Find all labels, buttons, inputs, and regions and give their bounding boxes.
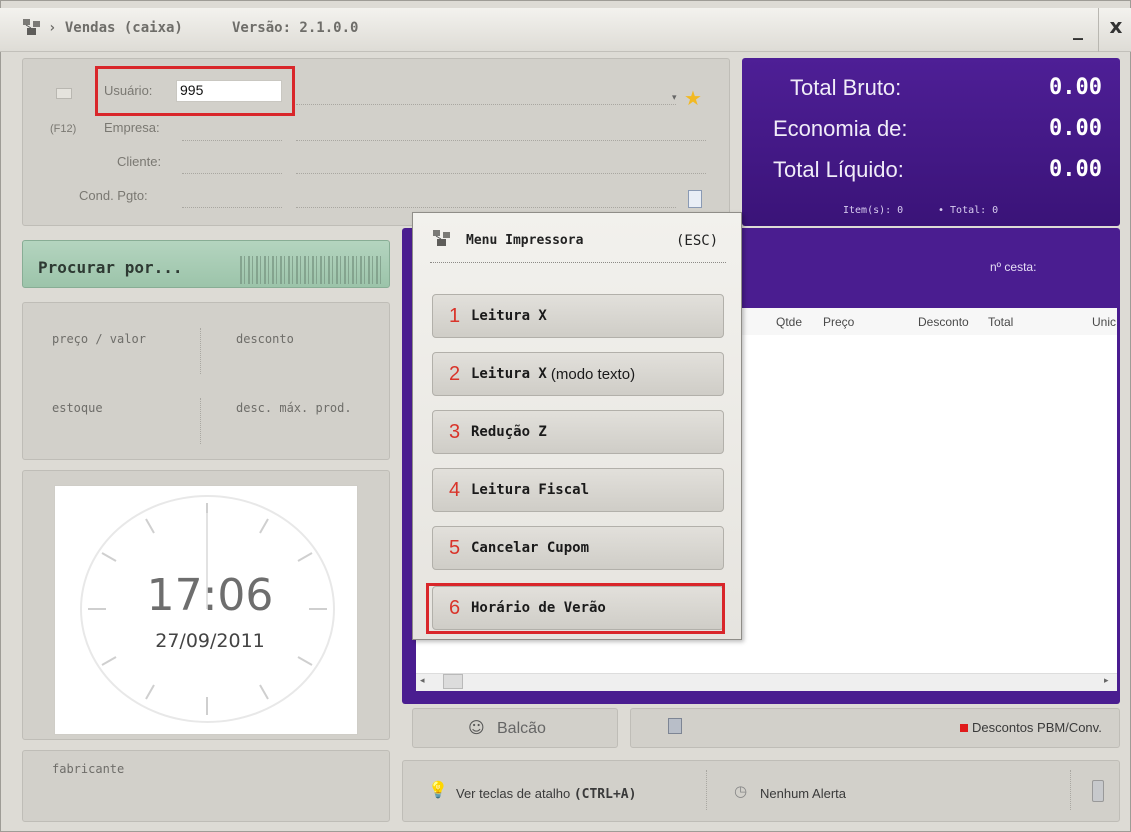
menu-esc-hint[interactable]: (ESC): [676, 233, 718, 249]
fabricante-panel: [22, 750, 390, 822]
menu-item-label: Leitura Fiscal: [471, 482, 590, 498]
alerta-label[interactable]: Nenhum Alerta: [760, 786, 846, 801]
mail-icon[interactable]: [56, 88, 72, 99]
col-unic[interactable]: Unic: [1092, 315, 1116, 329]
estoque-label: estoque: [52, 401, 103, 415]
close-button[interactable]: x: [1104, 14, 1128, 38]
col-desconto[interactable]: Desconto: [918, 315, 969, 329]
atalho-link[interactable]: Ver teclas de atalho (CTRL+A): [456, 786, 636, 802]
menu-item-label: Redução Z: [471, 424, 547, 440]
menu-item-leitura-fiscal[interactable]: 4 Leitura Fiscal: [432, 468, 724, 512]
preco-label: preço / valor: [52, 332, 146, 346]
menu-item-number: 4: [449, 478, 461, 501]
cliente-code-line[interactable]: [182, 173, 282, 174]
product-info-panel: [22, 302, 390, 460]
menu-item-cancelar-cupom[interactable]: 5 Cancelar Cupom: [432, 526, 724, 570]
menu-logo-icon: [433, 230, 450, 246]
dropdown-arrow-icon[interactable]: ▾: [672, 93, 677, 103]
total-bruto-label: Total Bruto:: [790, 75, 902, 100]
menu-item-label: Cancelar Cupom: [471, 540, 590, 556]
barcode-icon: [240, 256, 382, 284]
total-bruto-value: 0.00: [1049, 75, 1102, 100]
menu-item-leitura-x[interactable]: 1 Leitura X: [432, 294, 724, 338]
footer-divider-1: [706, 770, 707, 810]
window-version: Versão: 2.1.0.0: [232, 20, 359, 36]
clock-time: 17:06: [146, 570, 274, 621]
items-total: • Total: 0: [938, 205, 999, 216]
alarm-clock-icon: ◷: [734, 782, 748, 800]
menu-item-label: Leitura X: [471, 366, 547, 382]
fabricante-label: fabricante: [52, 762, 125, 776]
menu-item-extra: (modo texto): [550, 365, 636, 383]
product-divider-1: [200, 328, 201, 374]
app-logo-icon: [23, 19, 40, 35]
total-liquido-label: Total Líquido:: [773, 157, 904, 182]
person-icon: ☺: [468, 718, 485, 737]
desconto-label: desconto: [236, 332, 294, 346]
atalho-text: Ver teclas de atalho: [456, 786, 571, 801]
desc-max-label: desc. máx. prod.: [236, 401, 352, 415]
minimize-button[interactable]: _: [1066, 16, 1090, 40]
menu-item-number: 2: [449, 362, 461, 385]
product-divider-2: [200, 398, 201, 444]
pbm-status-icon: [960, 724, 968, 732]
menu-item-label: Leitura X: [471, 308, 547, 324]
col-total[interactable]: Total: [988, 315, 1013, 329]
menu-item-number: 3: [449, 420, 461, 443]
menu-title: Menu Impressora: [466, 233, 584, 248]
empresa-name-line[interactable]: [296, 140, 706, 141]
cond-code-line[interactable]: [182, 207, 282, 208]
empresa-code-line[interactable]: [182, 140, 282, 141]
cond-name-line[interactable]: [296, 207, 676, 208]
col-preco[interactable]: Preço: [823, 315, 854, 329]
atalho-key: (CTRL+A): [573, 787, 637, 802]
search-label: Procurar por...: [38, 258, 183, 277]
window-title: › Vendas (caixa): [48, 20, 183, 36]
f12-label: (F12): [50, 123, 77, 135]
monitor-icon[interactable]: [668, 718, 682, 734]
total-liquido-value: 0.00: [1049, 157, 1102, 182]
cesta-label: nº cesta:: [990, 260, 1037, 274]
calculator-icon[interactable]: [1092, 780, 1104, 802]
footer-divider-2: [1070, 770, 1071, 810]
scroll-right-icon[interactable]: ▸: [1104, 676, 1109, 686]
menu-separator: [430, 262, 726, 263]
titlebar-divider: [1098, 8, 1099, 52]
empresa-label: Empresa:: [104, 120, 160, 135]
pbm-label: Descontos PBM/Conv.: [972, 720, 1102, 735]
horizontal-scrollbar[interactable]: [416, 673, 1117, 691]
usuario-highlight-box: [95, 66, 295, 116]
cliente-label: Cliente:: [117, 154, 162, 169]
star-icon[interactable]: ★: [684, 86, 702, 110]
menu-item-number: 5: [449, 536, 461, 559]
balcao-label: Balcão: [497, 720, 546, 737]
scroll-left-icon[interactable]: ◂: [420, 676, 425, 686]
cond-pgto-label: Cond. Pgto:: [79, 188, 148, 203]
usuario-line: [296, 104, 676, 105]
economia-value: 0.00: [1049, 116, 1102, 141]
scroll-thumb[interactable]: [443, 674, 463, 689]
horario-verao-highlight-box: [426, 583, 725, 634]
lightbulb-icon: 💡: [428, 780, 448, 799]
items-count: Item(s): 0: [843, 205, 904, 216]
col-qtde[interactable]: Qtde: [776, 315, 802, 329]
clock-date: 27/09/2011: [155, 630, 265, 652]
cliente-name-line[interactable]: [296, 173, 706, 174]
menu-item-number: 1: [449, 304, 461, 327]
economia-label: Economia de:: [773, 116, 908, 141]
menu-item-leitura-x-texto[interactable]: 2 Leitura X (modo texto): [432, 352, 724, 396]
menu-item-reducao-z[interactable]: 3 Redução Z: [432, 410, 724, 454]
document-icon[interactable]: [688, 190, 702, 208]
